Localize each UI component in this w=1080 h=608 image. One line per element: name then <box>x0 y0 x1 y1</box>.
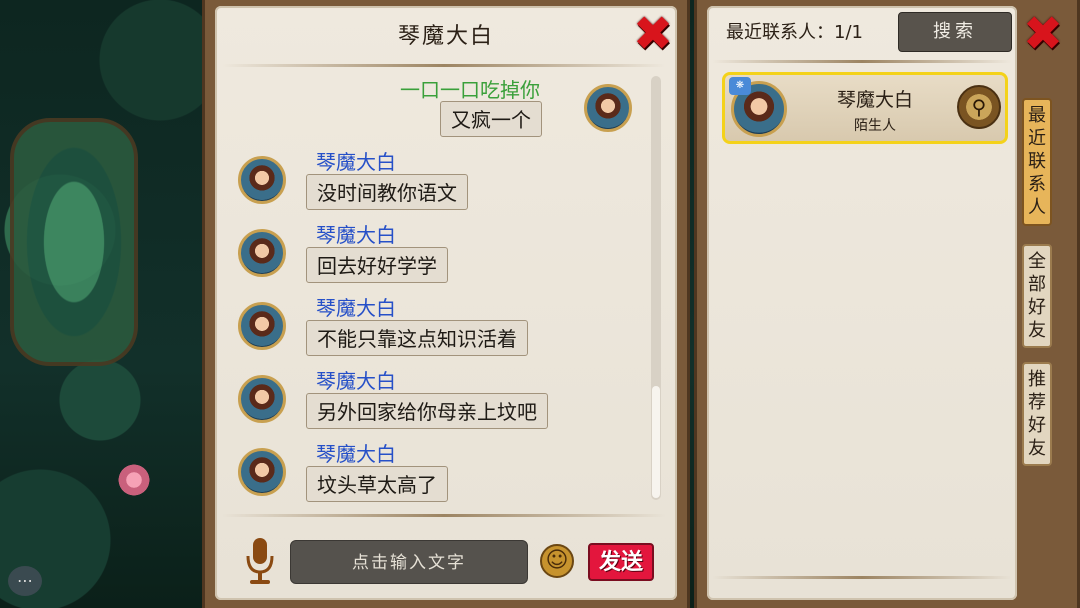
send-button[interactable]: 发送 <box>588 543 654 581</box>
message-sender: 一口一口吃掉你 <box>400 78 540 102</box>
contacts-bottom-divider <box>712 576 1012 579</box>
magnifier-icon[interactable]: ⚲ <box>957 85 1001 129</box>
lotus-flower-decoration <box>116 462 152 498</box>
chat-close-button[interactable]: ✖ <box>630 10 676 58</box>
message-sender: 琴魔大白 <box>316 296 396 320</box>
close-icon: ✖ <box>632 6 674 62</box>
message-bubble: 又疯一个 <box>440 101 542 137</box>
message-bubble: 没时间教你语文 <box>306 174 468 210</box>
contact-avatar[interactable] <box>238 302 286 350</box>
contact-item[interactable]: ❋ 琴魔大白 陌生人 ⚲ <box>722 72 1008 144</box>
message-bubble: 另外回家给你母亲上坟吧 <box>306 393 548 429</box>
title-divider <box>222 64 666 67</box>
message-bubble: 坟头草太高了 <box>306 466 448 502</box>
contacts-close-button[interactable]: ✖ <box>1020 10 1066 58</box>
tab-recent-contacts[interactable]: 最近联系人 <box>1022 98 1052 226</box>
search-button[interactable]: 搜索 <box>898 12 1012 52</box>
scrollbar-thumb[interactable] <box>652 386 660 498</box>
contact-avatar[interactable] <box>238 375 286 423</box>
background-ornament <box>10 118 138 366</box>
recent-contacts-header: 最近联系人：1/1 <box>726 22 863 43</box>
message-sender: 琴魔大白 <box>316 223 396 247</box>
input-divider <box>222 514 666 517</box>
close-icon: ✖ <box>1022 6 1064 62</box>
self-avatar[interactable] <box>584 84 632 132</box>
contact-avatar[interactable] <box>238 156 286 204</box>
tab-all-friends[interactable]: 全部好友 <box>1022 244 1052 348</box>
level-badge-icon: ❋ <box>729 77 751 95</box>
message-sender: 琴魔大白 <box>316 442 396 466</box>
contacts-divider <box>712 60 1012 63</box>
message-input[interactable]: 点击输入文字 <box>290 540 528 584</box>
message-sender: 琴魔大白 <box>316 150 396 174</box>
chat-bubble-icon[interactable]: ⋯ <box>8 566 42 596</box>
message-bubble: 不能只靠这点知识活着 <box>306 320 528 356</box>
contact-avatar[interactable] <box>238 229 286 277</box>
contact-relation: 陌生人 <box>854 118 896 134</box>
message-scrollbar[interactable] <box>651 76 661 500</box>
message-bubble: 回去好好学学 <box>306 247 448 283</box>
contact-name: 琴魔大白 <box>836 89 913 111</box>
tab-recommended-friends[interactable]: 推荐好友 <box>1022 362 1052 466</box>
smiley-icon[interactable]: ☺ <box>540 544 574 578</box>
chat-title: 琴魔大白 <box>397 24 494 49</box>
message-sender: 琴魔大白 <box>316 369 396 393</box>
microphone-icon[interactable] <box>244 536 276 586</box>
contact-avatar[interactable] <box>238 448 286 496</box>
